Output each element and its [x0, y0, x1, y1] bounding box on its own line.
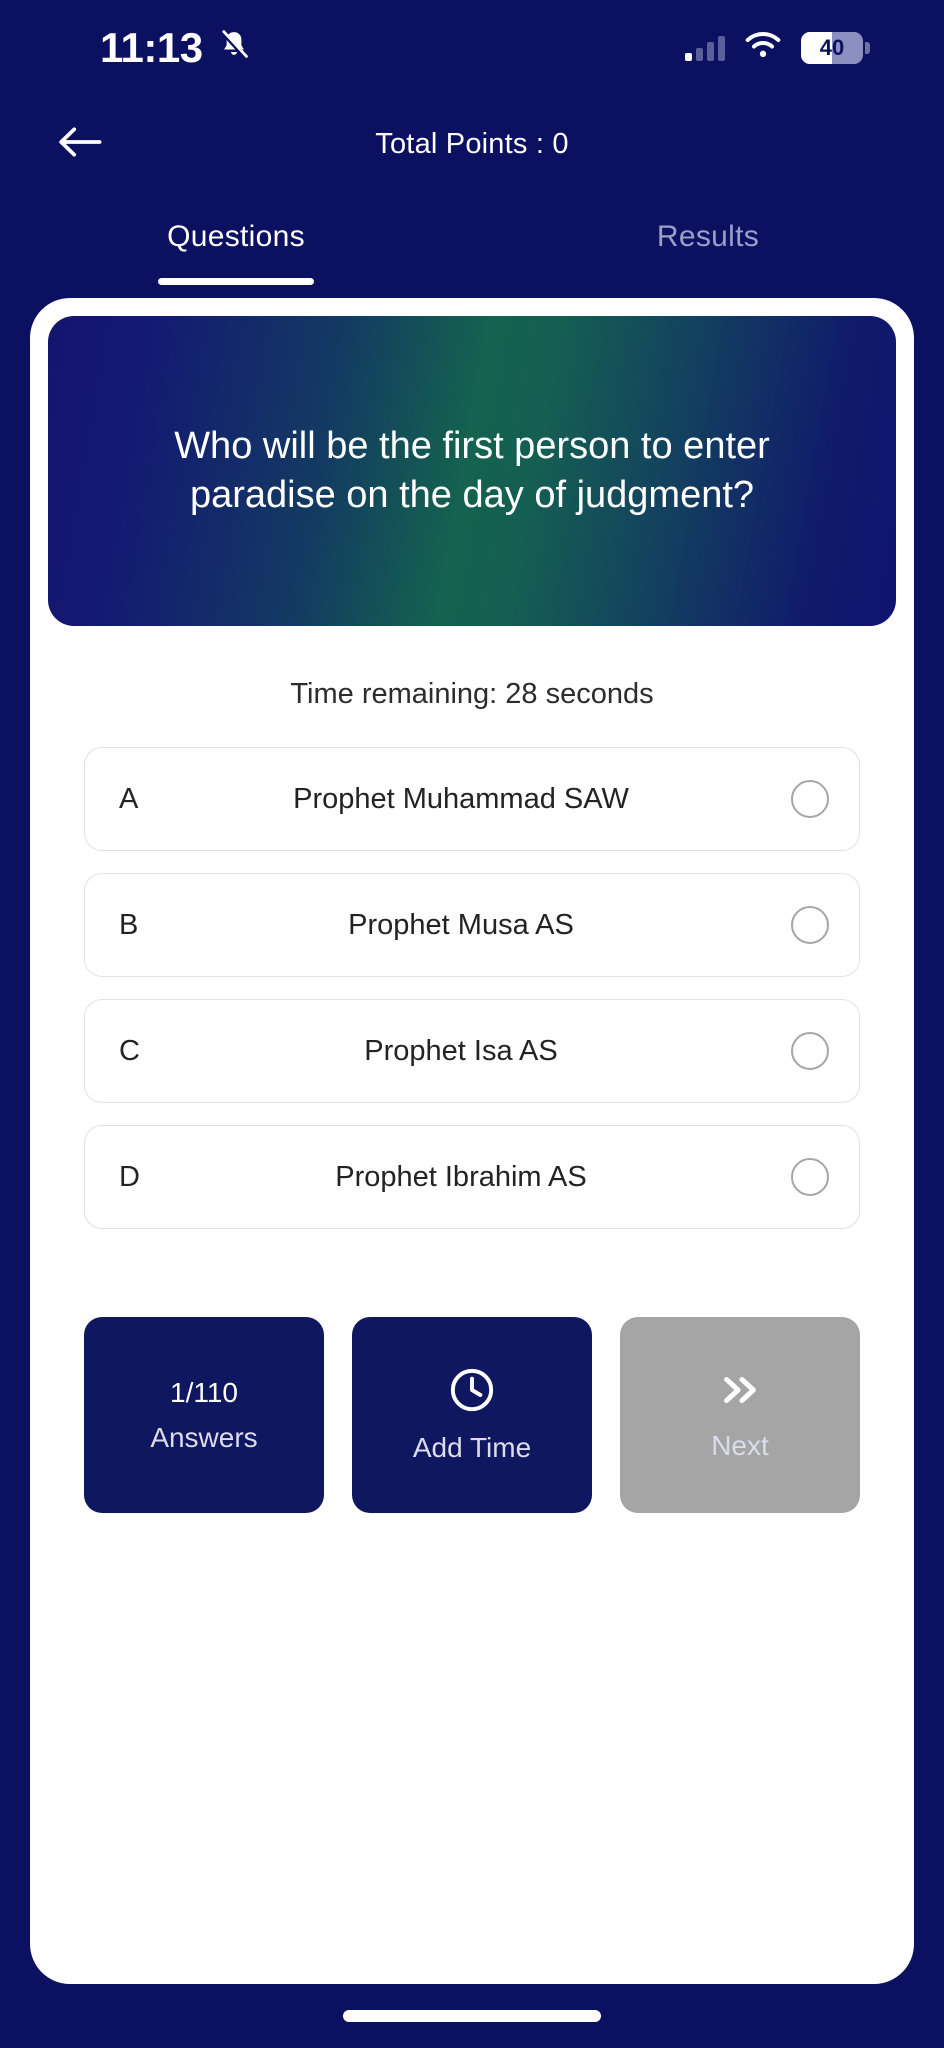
- tab-inactive-indicator: [630, 278, 786, 285]
- app-header: Total Points : 0: [0, 96, 944, 192]
- status-bar-right: 40: [685, 31, 870, 66]
- clock-icon: [447, 1365, 497, 1420]
- option-letter: A: [119, 782, 139, 815]
- tab-results[interactable]: Results: [472, 220, 944, 298]
- battery-icon: 40: [801, 32, 870, 64]
- option-radio-button[interactable]: [791, 906, 829, 944]
- answers-count-label: Answers: [150, 1422, 258, 1453]
- answer-option-a[interactable]: A Prophet Muhammad SAW: [84, 747, 860, 851]
- next-button[interactable]: Next: [620, 1317, 860, 1513]
- status-bar: 11:13 40: [0, 0, 944, 96]
- option-letter: D: [119, 1160, 140, 1193]
- answer-options-list: A Prophet Muhammad SAW B Prophet Musa AS…: [48, 747, 896, 1251]
- answers-count-value: 1/110: [170, 1377, 238, 1408]
- action-button-row: 1/110 Answers Add Time Next: [48, 1251, 896, 1513]
- battery-percent: 40: [819, 35, 845, 60]
- home-indicator-area: [0, 1984, 944, 2048]
- option-text: Prophet Isa AS: [364, 1034, 558, 1067]
- status-bar-left: 11:13: [100, 27, 251, 69]
- page-title: Total Points : 0: [375, 127, 569, 160]
- app-screen: 11:13 40 Total Points: 0 Questions Resu…: [0, 0, 944, 2048]
- tab-bar: Questions Results: [0, 192, 944, 298]
- tab-active-indicator: [158, 278, 314, 285]
- arrow-left-icon: [55, 124, 103, 165]
- time-remaining-label: Time remaining: 28 seconds: [290, 678, 654, 710]
- double-chevron-right-icon: [715, 1367, 765, 1418]
- option-text: Prophet Ibrahim AS: [335, 1160, 587, 1193]
- add-time-label: Add Time: [412, 1432, 532, 1463]
- option-letter: C: [119, 1034, 140, 1067]
- question-text: Who will be the first person to enter pa…: [174, 425, 770, 516]
- add-time-button[interactable]: Add Time: [352, 1317, 592, 1513]
- option-text: Prophet Muhammad SAW: [293, 782, 629, 815]
- answer-option-d[interactable]: D Prophet Ibrahim AS: [84, 1125, 860, 1229]
- content-sheet: Who will be the first person to enter pa…: [30, 298, 914, 1984]
- next-label: Next: [711, 1430, 769, 1461]
- option-radio-button[interactable]: [791, 1158, 829, 1196]
- tab-questions[interactable]: Questions: [0, 220, 472, 298]
- answers-count-button[interactable]: 1/110 Answers: [84, 1317, 324, 1513]
- tab-questions-label: Questions: [167, 220, 305, 253]
- back-button[interactable]: [52, 117, 106, 171]
- answer-option-c[interactable]: C Prophet Isa AS: [84, 999, 860, 1103]
- question-card: Who will be the first person to enter pa…: [48, 316, 896, 626]
- option-text: Prophet Musa AS: [348, 908, 574, 941]
- option-letter: B: [119, 908, 139, 941]
- option-radio-button[interactable]: [791, 780, 829, 818]
- cellular-signal-icon: [685, 35, 725, 61]
- tab-results-label: Results: [656, 220, 760, 253]
- wifi-icon: [743, 31, 783, 66]
- bell-muted-icon: [217, 29, 251, 68]
- option-radio-button[interactable]: [791, 1032, 829, 1070]
- answer-option-b[interactable]: B Prophet Musa AS: [84, 873, 860, 977]
- home-indicator[interactable]: [343, 2010, 601, 2022]
- status-time: 11:13: [100, 24, 203, 71]
